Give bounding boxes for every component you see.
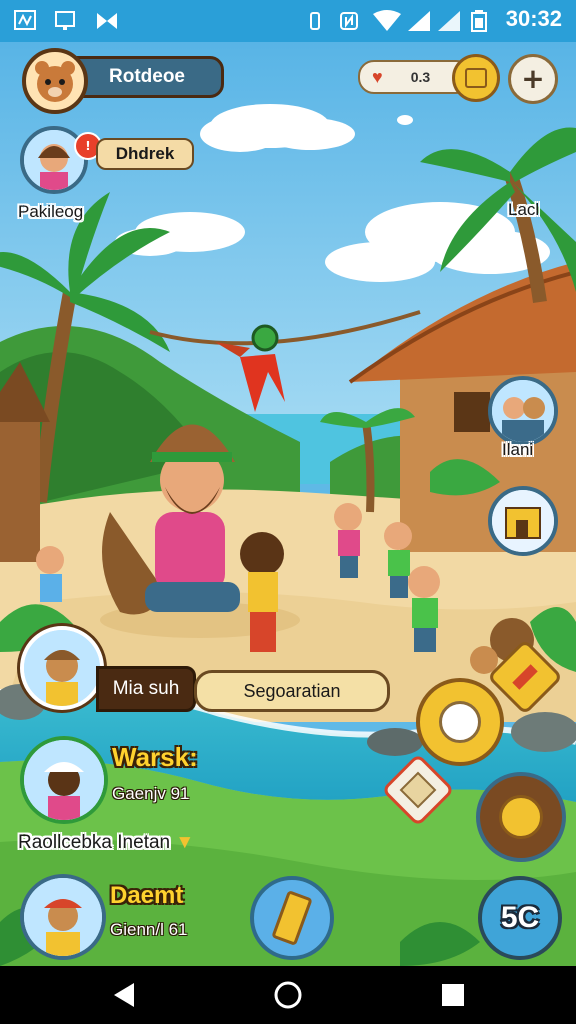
dialogue-action-button[interactable]: Segoaratian [194, 670, 390, 712]
player-name: Rotdeoe [109, 66, 185, 87]
map-icon [399, 771, 437, 809]
roster-caption: Raollcebka Inetan ▼ [18, 832, 195, 853]
action-button[interactable] [416, 678, 504, 766]
item-button[interactable] [250, 876, 334, 960]
dialogue-action-label: Segoaratian [243, 680, 341, 701]
back-button[interactable] [110, 980, 140, 1010]
roster-name-1: Warsk: [112, 742, 198, 772]
game-scene[interactable]: Rotdeoe ♥ 0.3 + ! Dhdrek Pakileog Lacl I… [0, 42, 576, 966]
roster-name-2: Daemt [110, 882, 184, 909]
roster-sub-1: Gaenjv 91 [112, 784, 190, 803]
signal-icon [436, 10, 462, 32]
villager-avatar-ilani[interactable] [488, 376, 558, 446]
wifi-icon [372, 10, 402, 32]
signal-icon [406, 10, 432, 32]
shop-button[interactable] [452, 54, 500, 102]
battery-icon [468, 10, 490, 32]
villager-name-topleft: Pakileog [18, 202, 84, 221]
recents-button[interactable] [438, 980, 468, 1010]
status-time: 30:32 [505, 6, 562, 31]
bow-icon [94, 10, 117, 32]
screen-icon [54, 10, 76, 32]
player-name-panel[interactable]: Rotdeoe [70, 56, 224, 98]
gear-icon [439, 701, 481, 743]
status-bar: 30:32 [0, 0, 576, 42]
pencil-icon [512, 664, 538, 690]
currency-value: 0.3 [410, 69, 431, 85]
home-button[interactable] [273, 980, 303, 1010]
villager-name-right: Ilani [502, 440, 534, 459]
quest-bubble[interactable]: Dhdrek [96, 138, 194, 170]
speaker-avatar[interactable] [20, 626, 104, 710]
heart-icon: ♥ [372, 66, 383, 87]
recents-icon [442, 984, 464, 1006]
add-button[interactable]: + [508, 54, 558, 104]
vibrate-icon [304, 10, 326, 32]
building-avatar[interactable] [488, 486, 558, 556]
speaker-name-panel: Mia suh [96, 666, 196, 712]
roster-avatar-1[interactable] [20, 736, 108, 824]
navigation-bar [0, 966, 576, 1024]
player-avatar[interactable] [22, 48, 88, 114]
home-icon [274, 981, 302, 1009]
back-icon [114, 983, 134, 1007]
roster-sub-2: Gienn/l 61 [110, 920, 188, 939]
counter-badge[interactable]: 5C [478, 876, 562, 960]
speaker-name: Mia suh [112, 678, 180, 699]
roster-avatar-2[interactable] [20, 874, 106, 960]
pet-button[interactable] [476, 772, 566, 862]
counter-value: 5C [500, 901, 540, 934]
news-icon [14, 10, 36, 32]
nfc-icon [338, 10, 360, 32]
villager-name-topright: Lacl [508, 200, 540, 219]
quest-label: Dhdrek [115, 144, 175, 163]
chest-icon [465, 68, 487, 88]
star-icon: ▼ [175, 832, 195, 853]
plus-icon: + [521, 62, 545, 95]
bear-icon [499, 795, 543, 839]
tube-icon [271, 890, 313, 946]
